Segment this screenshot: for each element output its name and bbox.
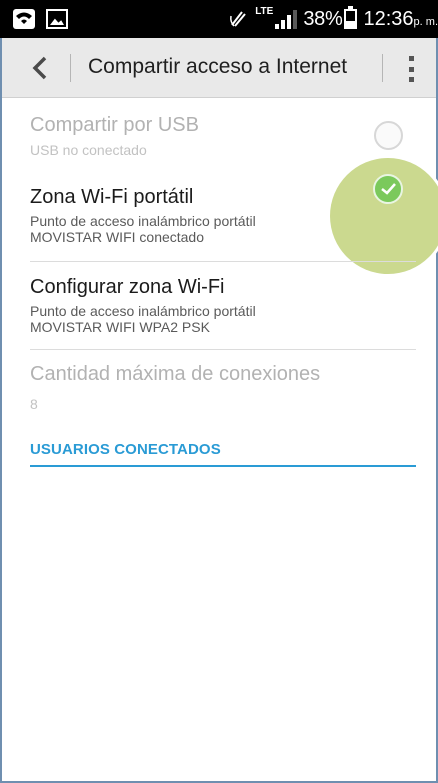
pref-title: Configurar zona Wi-Fi [30,276,225,298]
clock-time: 12:36 [363,7,414,30]
pref-title: Cantidad máxima de conexiones [30,363,321,385]
signal-icon [275,9,298,29]
image-notification-icon [46,9,68,29]
pref-summary: USB no conectado [30,142,147,158]
divider [30,261,416,262]
divider [30,349,416,350]
action-bar-divider [382,54,383,82]
battery-percent: 38% [303,7,343,30]
hotspot-checkbox[interactable] [373,174,403,204]
overflow-menu-icon[interactable] [406,56,416,82]
section-underline [30,465,416,467]
pref-summary-line1: Punto de acceso inalámbrico portátil [30,303,256,319]
usb-tethering-checkbox [374,121,403,150]
page-title: Compartir acceso a Internet [88,55,348,78]
back-icon[interactable] [28,55,54,81]
network-type-label: LTE [255,6,274,17]
pref-title: Compartir por USB [30,114,199,136]
pref-configure-hotspot[interactable]: Configurar zona Wi-Fi Punto de acceso in… [30,276,416,335]
status-bar: LTE 38% 12:36p. m. [0,0,438,38]
pref-title: Zona Wi-Fi portátil [30,186,194,208]
battery-icon [344,6,358,29]
nfc-icon [230,11,246,27]
pref-summary-line1: Punto de acceso inalámbrico portátil [30,213,256,229]
action-bar-divider [70,54,71,82]
pref-portable-hotspot[interactable]: Zona Wi-Fi portátil Punto de acceso inal… [30,186,416,245]
clock: 12:36p. m. [363,8,438,31]
pref-summary-line2: MOVISTAR WIFI conectado [30,229,205,245]
checkmark-icon [381,183,396,195]
pref-summary: 8 [30,396,38,412]
clock-ampm: p. m. [413,15,438,28]
action-bar: Compartir acceso a Internet [2,38,436,98]
pref-max-connections: Cantidad máxima de conexiones 8 [30,363,416,412]
wifi-icon [13,9,35,29]
section-header-connected-users: USUARIOS CONECTADOS [30,441,221,458]
pref-usb-tethering: Compartir por USB USB no conectado [30,114,416,158]
pref-summary-line2: MOVISTAR WIFI WPA2 PSK [30,319,210,335]
